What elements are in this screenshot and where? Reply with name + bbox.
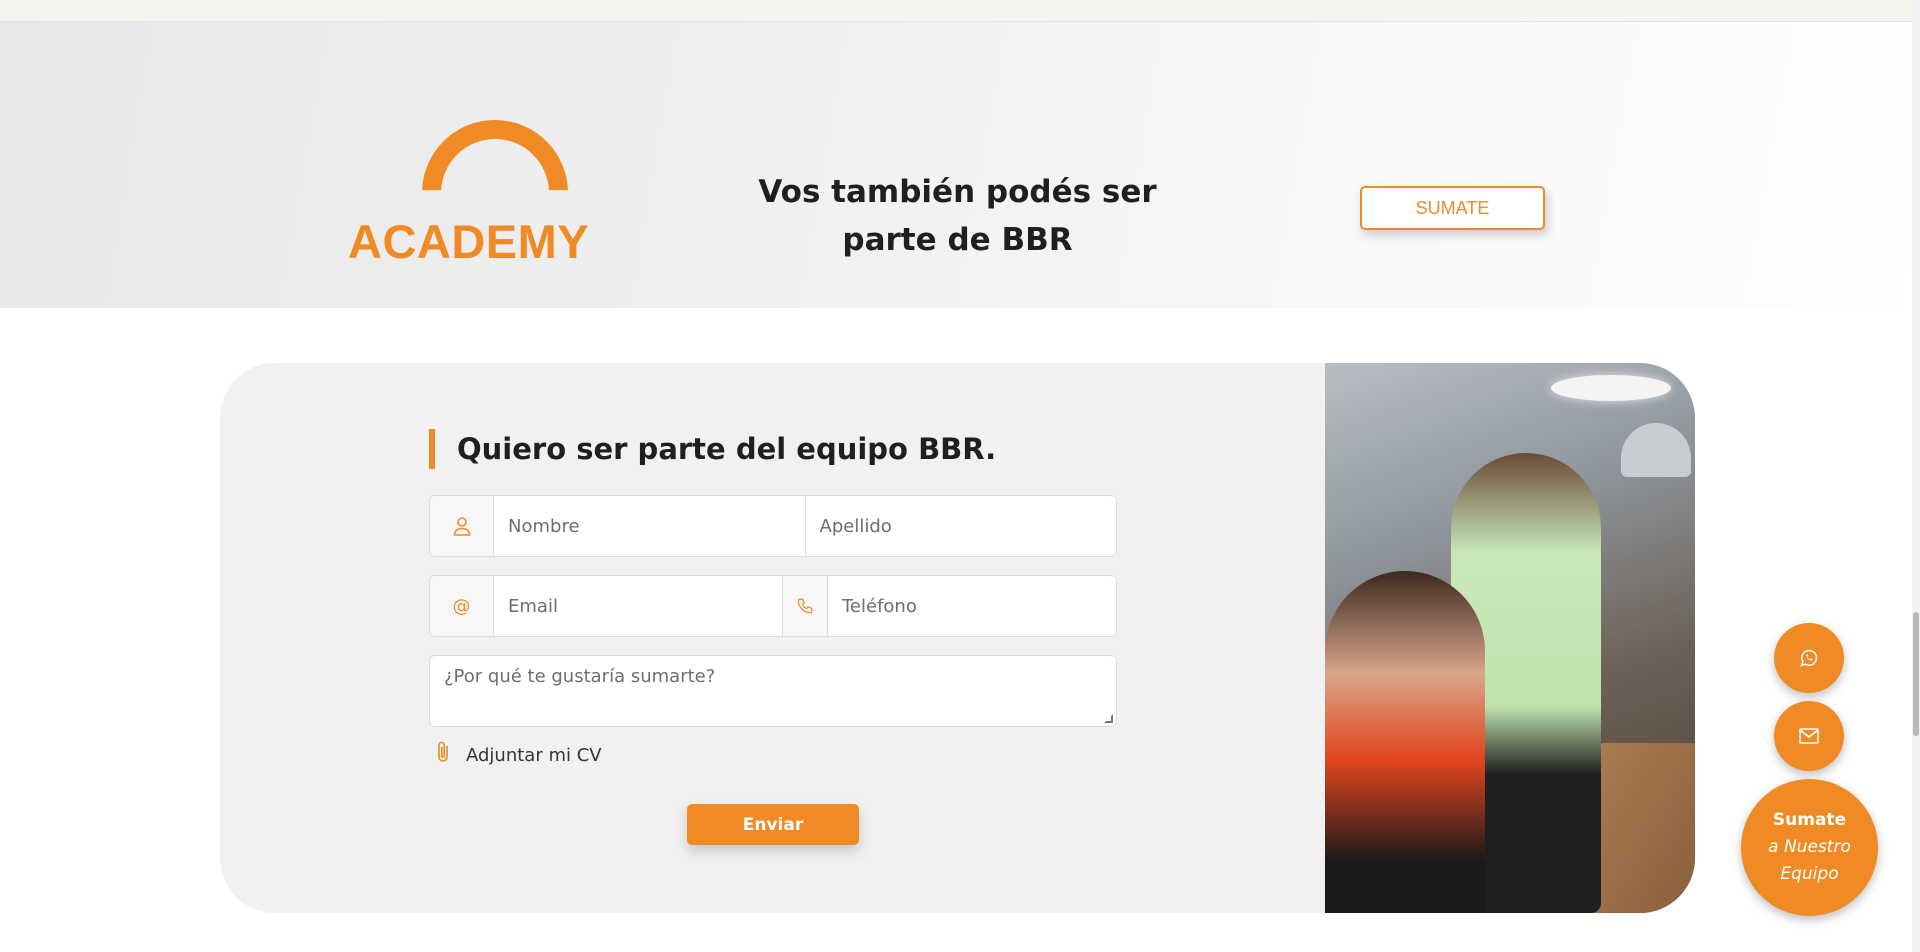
attach-cv-label: Adjuntar mi CV xyxy=(466,744,602,766)
mail-icon xyxy=(1799,728,1819,744)
apellido-input[interactable]: Apellido xyxy=(806,496,1117,556)
email-button[interactable] xyxy=(1774,701,1844,771)
telefono-input[interactable]: Teléfono xyxy=(828,576,1116,636)
join-line1: Sumate xyxy=(1772,810,1847,830)
academy-logo[interactable]: ACADEMY xyxy=(348,96,590,268)
form-title: Quiero ser parte del equipo BBR. xyxy=(429,429,996,469)
resize-grip-icon[interactable] xyxy=(1104,714,1113,723)
logo-text: ACADEMY xyxy=(348,215,590,268)
pendant-lamp xyxy=(1621,423,1691,477)
scrollbar[interactable] xyxy=(1912,0,1920,952)
name-row: Nombre Apellido xyxy=(429,495,1117,557)
join-form-card: Quiero ser parte del equipo BBR. Nombre … xyxy=(220,363,1695,913)
person-icon xyxy=(430,496,494,556)
message-placeholder: ¿Por qué te gustaría sumarte? xyxy=(444,666,716,687)
top-strip xyxy=(0,0,1920,22)
join-line2: a Nuestro xyxy=(1768,837,1851,857)
attach-cv-button[interactable]: Adjuntar mi CV xyxy=(436,740,602,770)
email-input[interactable]: Email xyxy=(494,576,782,636)
paperclip-icon xyxy=(436,740,452,770)
whatsapp-icon xyxy=(1800,649,1818,667)
banner-headline-line2: parte de BBR xyxy=(842,222,1073,258)
person-seated xyxy=(1325,571,1485,913)
ceiling-lamp xyxy=(1551,375,1671,401)
at-sign-icon: @ xyxy=(430,576,494,636)
banner-headline: Vos también podés ser parte de BBR xyxy=(740,168,1175,264)
banner-headline-line1: Vos también podés ser xyxy=(758,174,1157,210)
submit-button[interactable]: Enviar xyxy=(687,804,859,845)
sumate-button[interactable]: SUMATE xyxy=(1360,186,1545,230)
nombre-input[interactable]: Nombre xyxy=(494,496,806,556)
scrollbar-thumb[interactable] xyxy=(1913,612,1919,736)
join-line3: Equipo xyxy=(1780,864,1839,884)
team-photo xyxy=(1325,363,1695,913)
whatsapp-button[interactable] xyxy=(1774,623,1844,693)
contact-row: @ Email Teléfono xyxy=(429,575,1117,637)
phone-icon xyxy=(782,576,828,636)
message-textarea[interactable]: ¿Por qué te gustaría sumarte? xyxy=(429,655,1117,727)
join-team-button[interactable]: Sumate a Nuestro Equipo xyxy=(1741,779,1878,916)
academy-banner: ACADEMY Vos también podés ser parte de B… xyxy=(0,22,1920,308)
